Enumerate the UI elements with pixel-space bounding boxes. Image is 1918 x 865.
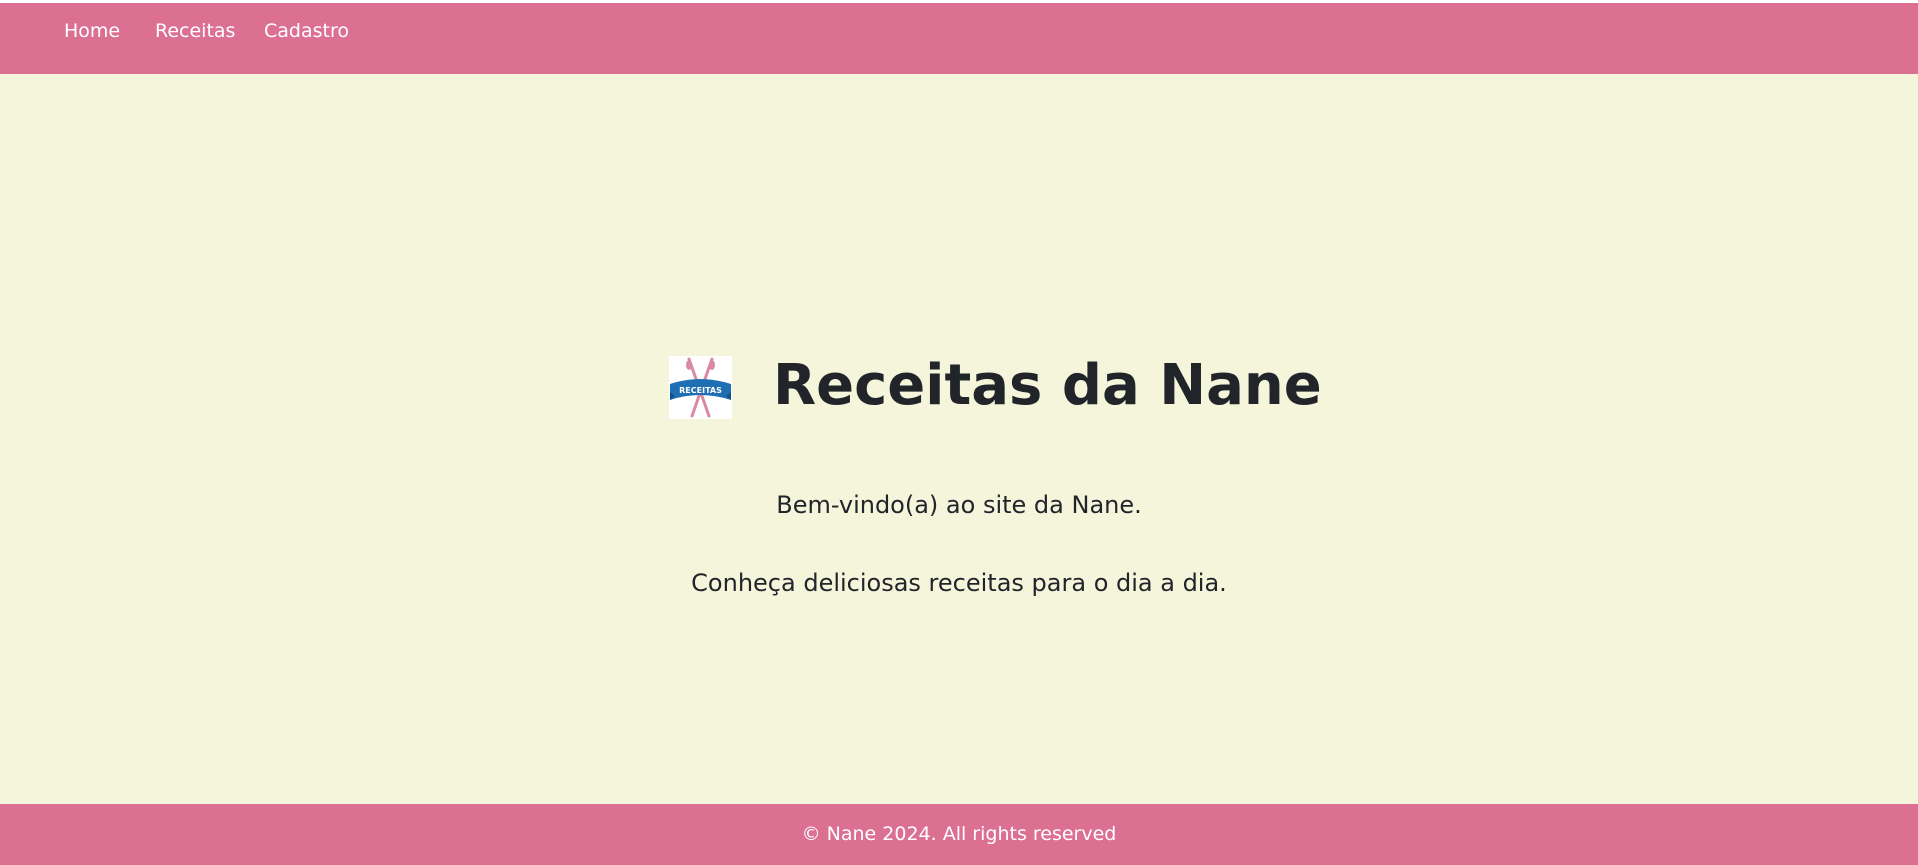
- main-content: [0, 74, 1918, 804]
- recipes-logo-icon: RECEITAS: [669, 356, 732, 419]
- subtitle-text: Conheça deliciosas receitas para o dia a…: [691, 569, 1227, 597]
- nav-link-home[interactable]: Home: [64, 19, 120, 43]
- svg-text:RECEITAS: RECEITAS: [679, 386, 722, 395]
- nav-link-cadastro[interactable]: Cadastro: [264, 19, 349, 43]
- footer: © Nane 2024. All rights reserved: [0, 804, 1918, 865]
- footer-copyright: © Nane 2024. All rights reserved: [801, 823, 1117, 845]
- navbar: Home Receitas Cadastro: [0, 3, 1918, 74]
- nav-link-receitas[interactable]: Receitas: [155, 19, 235, 43]
- welcome-text: Bem-vindo(a) ao site da Nane.: [776, 491, 1142, 519]
- page-title: Receitas da Nane: [773, 353, 1322, 418]
